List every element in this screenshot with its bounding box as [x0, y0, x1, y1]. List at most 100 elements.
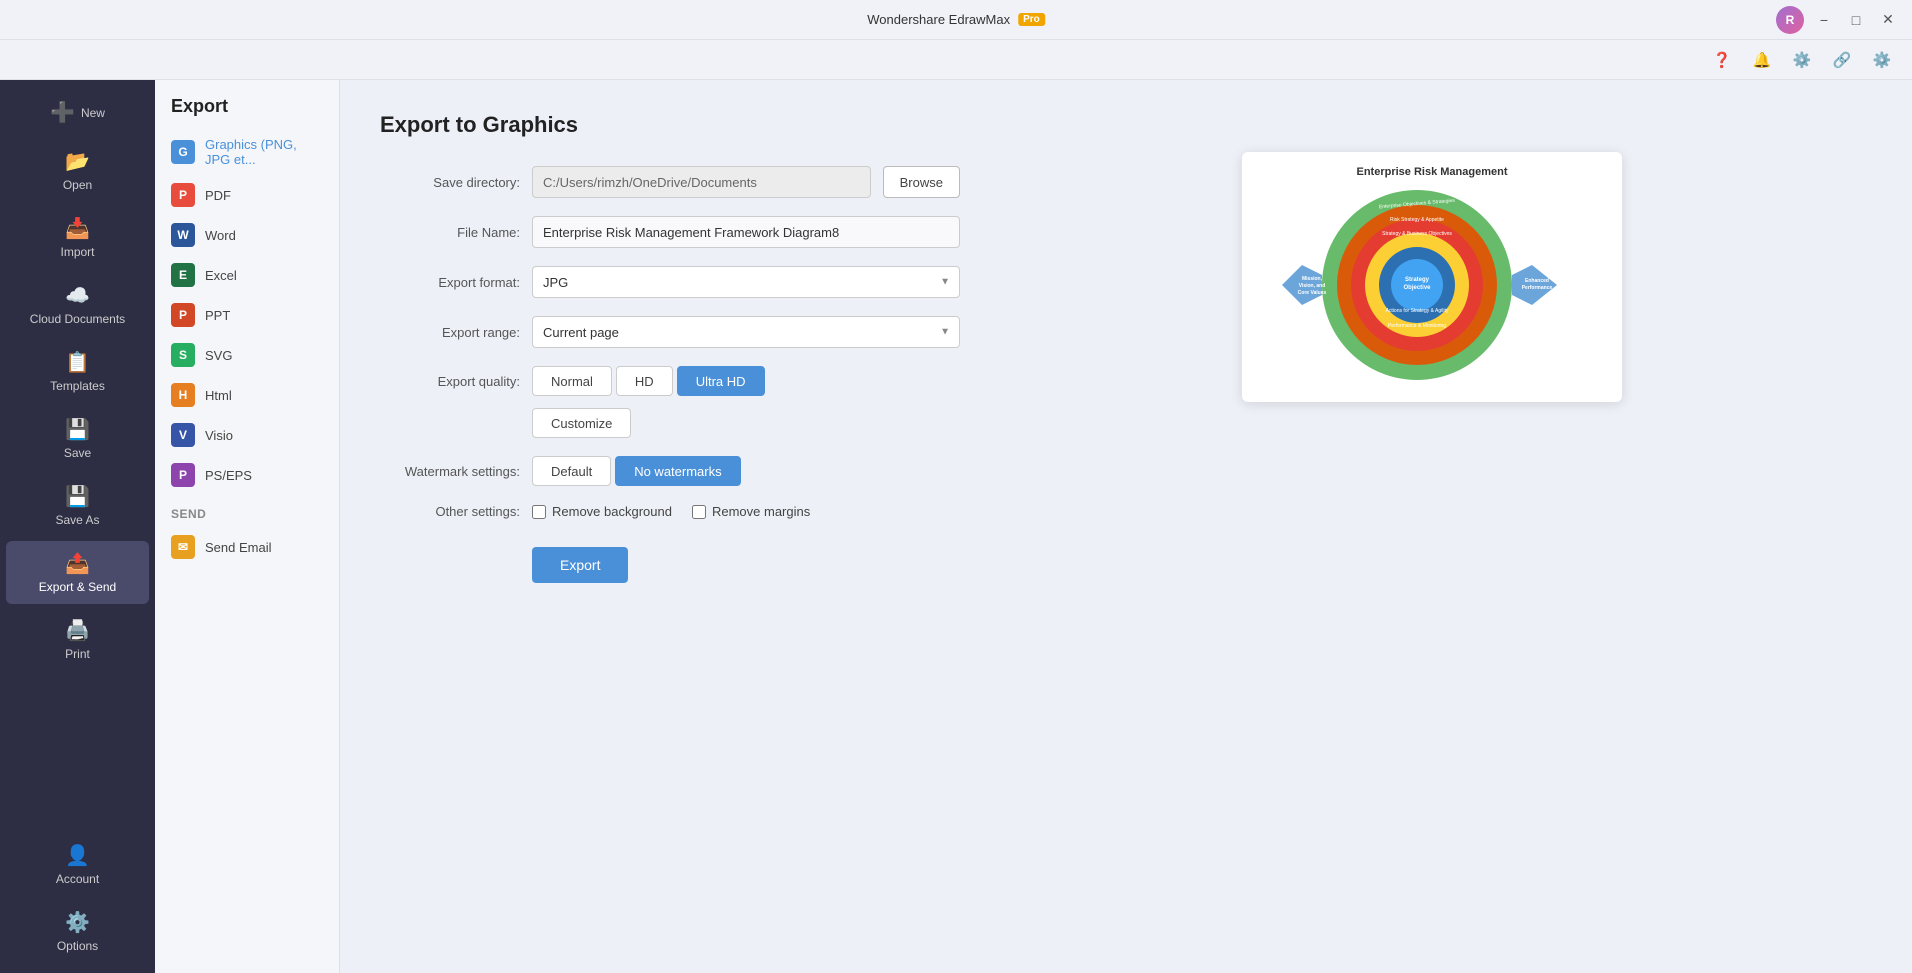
export-item-html[interactable]: H Html	[155, 375, 339, 415]
export-panel-title: Export	[155, 96, 339, 129]
other-settings-label: Other settings:	[380, 504, 520, 519]
pdf-icon: P	[171, 183, 195, 207]
remove-margins-label[interactable]: Remove margins	[692, 504, 810, 519]
save-directory-row: Save directory: Browse	[380, 166, 960, 198]
remove-background-checkbox[interactable]	[532, 505, 546, 519]
preview-card: Enterprise Risk Management Strategy	[1242, 152, 1622, 402]
export-button[interactable]: Export	[532, 547, 628, 583]
app-title: Wondershare EdrawMax	[867, 12, 1010, 27]
svg-text:Enhanced: Enhanced	[1525, 278, 1549, 284]
export-item-svg[interactable]: S SVG	[155, 335, 339, 375]
sidebar-item-options[interactable]: ⚙️ Options	[6, 900, 149, 963]
settings-icon[interactable]: ⚙️	[1868, 46, 1896, 74]
help-icon[interactable]: ❓	[1708, 46, 1736, 74]
quality-normal-button[interactable]: Normal	[532, 366, 612, 396]
browse-button[interactable]: Browse	[883, 166, 960, 198]
save-directory-input[interactable]	[532, 166, 871, 198]
form-title: Export to Graphics	[380, 112, 960, 138]
svg-icon: S	[171, 343, 195, 367]
email-label: Send Email	[205, 540, 271, 555]
export-format-select[interactable]: JPG PNG BMP GIF TIFF SVG	[532, 266, 960, 298]
sidebar-label-account: Account	[56, 872, 99, 886]
svg-text:Enterprise Risk Management: Enterprise Risk Management	[1357, 166, 1508, 178]
remove-background-label[interactable]: Remove background	[532, 504, 672, 519]
tools-icon[interactable]: ⚙️	[1788, 46, 1816, 74]
send-section-label: Send	[155, 495, 339, 527]
visio-icon: V	[171, 423, 195, 447]
minimize-button[interactable]: −	[1812, 8, 1836, 32]
sidebar: ➕ New 📂 Open 📥 Import ☁️ Cloud Documents…	[0, 80, 155, 973]
sidebar-label-open: Open	[63, 178, 92, 192]
export-range-select[interactable]: Current page All pages Selected pages	[532, 316, 960, 348]
export-item-excel[interactable]: E Excel	[155, 255, 339, 295]
options-icon: ⚙️	[65, 910, 90, 935]
export-range-wrapper: Current page All pages Selected pages ▼	[532, 316, 960, 348]
sidebar-item-new[interactable]: ➕ New	[6, 90, 149, 135]
svg-text:Mission,: Mission,	[1302, 276, 1323, 282]
sidebar-item-import[interactable]: 📥 Import	[6, 206, 149, 269]
word-icon: W	[171, 223, 195, 247]
top-toolbar: ❓ 🔔 ⚙️ 🔗 ⚙️	[0, 40, 1912, 80]
export-item-email[interactable]: ✉ Send Email	[155, 527, 339, 567]
export-panel: Export G Graphics (PNG, JPG et... P PDF …	[155, 80, 340, 973]
sidebar-label-saveas: Save As	[55, 513, 99, 527]
avatar[interactable]: R	[1776, 6, 1804, 34]
svg-text:Actions for Strategy & Agility: Actions for Strategy & Agility	[1386, 308, 1449, 314]
other-settings-row: Other settings: Remove background Remove…	[380, 504, 960, 519]
export-item-graphics[interactable]: G Graphics (PNG, JPG et...	[155, 129, 339, 175]
sidebar-label-save: Save	[64, 446, 91, 460]
export-quality-row: Export quality: Normal HD Ultra HD Custo…	[380, 366, 960, 438]
close-button[interactable]: ✕	[1876, 8, 1900, 32]
export-item-visio[interactable]: V Visio	[155, 415, 339, 455]
save-directory-label: Save directory:	[380, 175, 520, 190]
quality-hd-button[interactable]: HD	[616, 366, 673, 396]
file-name-row: File Name:	[380, 216, 960, 248]
export-item-pdf[interactable]: P PDF	[155, 175, 339, 215]
titlebar: Wondershare EdrawMax Pro R − □ ✕	[0, 0, 1912, 40]
sidebar-item-account[interactable]: 👤 Account	[6, 833, 149, 896]
sidebar-item-print[interactable]: 🖨️ Print	[6, 608, 149, 671]
remove-margins-text: Remove margins	[712, 504, 810, 519]
watermark-default-button[interactable]: Default	[532, 456, 611, 486]
ppt-label: PPT	[205, 308, 230, 323]
sidebar-label-import: Import	[60, 245, 94, 259]
save-icon: 💾	[65, 417, 90, 442]
graphics-label: Graphics (PNG, JPG et...	[205, 137, 323, 167]
export-item-word[interactable]: W Word	[155, 215, 339, 255]
customize-button[interactable]: Customize	[532, 408, 631, 438]
export-item-pseps[interactable]: P PS/EPS	[155, 455, 339, 495]
share-icon[interactable]: 🔗	[1828, 46, 1856, 74]
sidebar-item-open[interactable]: 📂 Open	[6, 139, 149, 202]
watermark-none-button[interactable]: No watermarks	[615, 456, 740, 486]
export-form: Export to Graphics Save directory: Brows…	[380, 112, 960, 941]
notification-icon[interactable]: 🔔	[1748, 46, 1776, 74]
graphics-icon: G	[171, 140, 195, 164]
sidebar-item-saveas[interactable]: 💾 Save As	[6, 474, 149, 537]
svg-text:Risk Strategy & Appetite: Risk Strategy & Appetite	[1390, 217, 1444, 223]
watermark-group: Default No watermarks	[532, 456, 741, 486]
remove-margins-checkbox[interactable]	[692, 505, 706, 519]
templates-icon: 📋	[65, 350, 90, 375]
sidebar-item-cloud[interactable]: ☁️ Cloud Documents	[6, 273, 149, 336]
sidebar-label-options: Options	[57, 939, 98, 953]
export-quality-label: Export quality:	[380, 374, 520, 389]
pro-badge: Pro	[1018, 13, 1045, 26]
svg-text:Strategy: Strategy	[1405, 277, 1430, 283]
saveas-icon: 💾	[65, 484, 90, 509]
quality-ultrahd-button[interactable]: Ultra HD	[677, 366, 765, 396]
export-item-ppt[interactable]: P PPT	[155, 295, 339, 335]
excel-label: Excel	[205, 268, 237, 283]
svg-text:Performance: Performance	[1522, 285, 1553, 291]
sidebar-label-new: New	[81, 106, 105, 120]
export-icon: 📤	[65, 551, 90, 576]
app-title-area: Wondershare EdrawMax Pro	[867, 12, 1045, 27]
sidebar-item-export[interactable]: 📤 Export & Send	[6, 541, 149, 604]
sidebar-item-templates[interactable]: 📋 Templates	[6, 340, 149, 403]
export-format-row: Export format: JPG PNG BMP GIF TIFF SVG …	[380, 266, 960, 298]
sidebar-item-save[interactable]: 💾 Save	[6, 407, 149, 470]
excel-icon: E	[171, 263, 195, 287]
file-name-input[interactable]	[532, 216, 960, 248]
maximize-button[interactable]: □	[1844, 8, 1868, 32]
main-content: Export to Graphics Save directory: Brows…	[340, 80, 1912, 973]
visio-label: Visio	[205, 428, 233, 443]
